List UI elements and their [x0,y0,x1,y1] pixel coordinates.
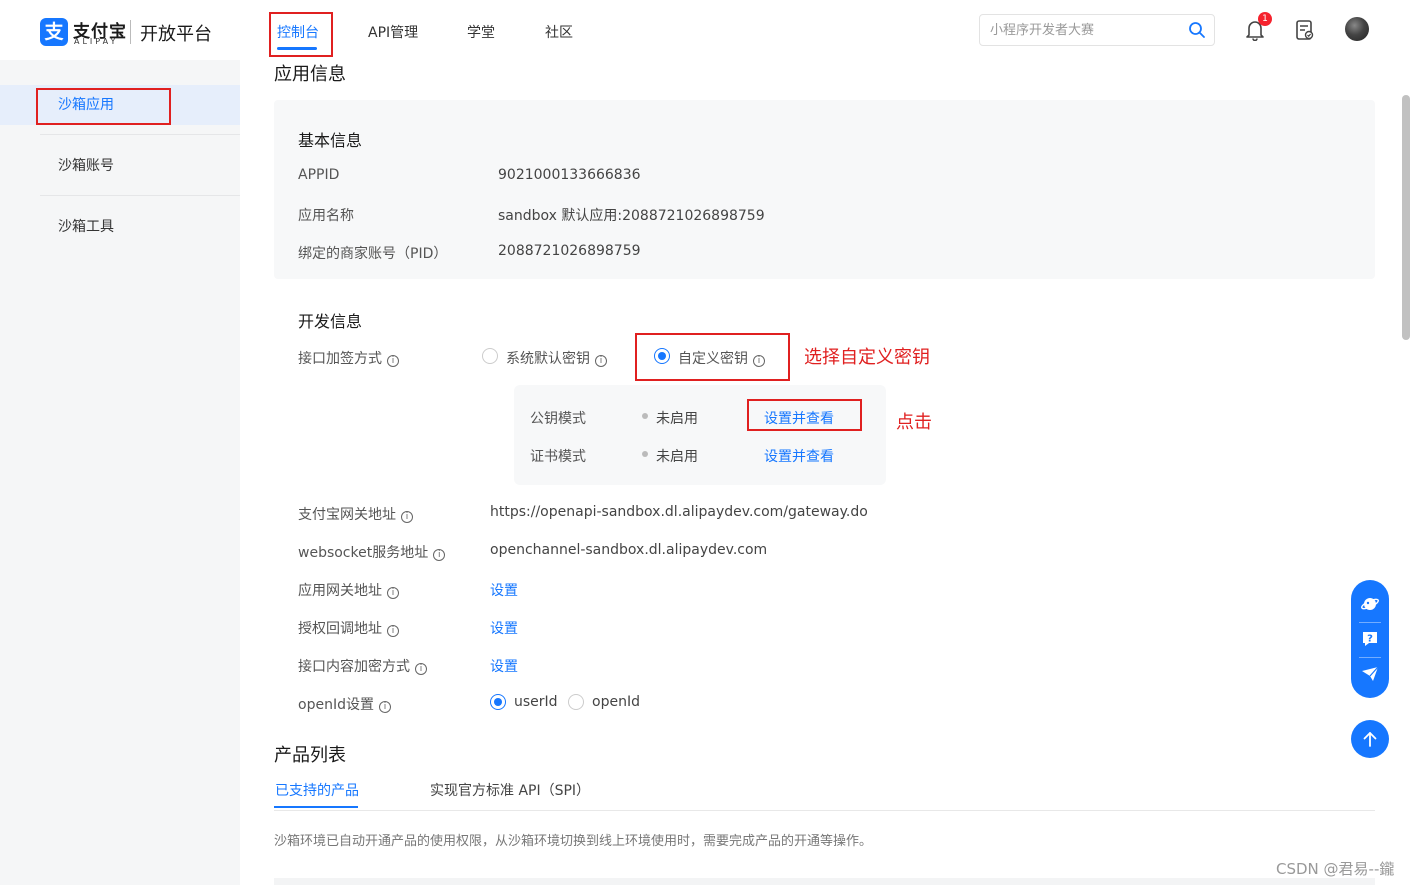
auth-callback-label-text: 授权回调地址 [298,621,382,637]
sidebar-item-sandbox-account[interactable]: 沙箱账号 [0,146,240,186]
websocket-label-text: websocket服务地址 [298,545,429,561]
product-table-top [274,878,1375,885]
tab-divider [274,810,1375,811]
dev-info-title: 开发信息 [298,312,363,331]
app-gateway-label: 应用网关地址 i [298,580,399,600]
sidebar: 沙箱应用 沙箱账号 沙箱工具 [0,60,240,885]
feedback-icon[interactable] [1361,665,1379,683]
planet-icon[interactable] [1361,595,1379,613]
radio-userid[interactable] [490,694,506,710]
default-key-label[interactable]: 系统默认密钥 i [506,348,607,368]
search-input[interactable] [990,20,1180,40]
websocket-value: openchannel-sandbox.dl.alipaydev.com [490,542,768,558]
gateway-label-text: 支付宝网关地址 [298,507,396,523]
tab-spi[interactable]: 实现官方标准 API（SPI） [430,780,590,800]
cert-mode-setup-link[interactable]: 设置并查看 [764,446,834,466]
logo-english: ALIPAY [74,37,119,46]
info-icon[interactable]: i [415,663,427,675]
public-key-mode-label: 公钥模式 [530,411,586,427]
public-key-status: 未启用 [656,411,698,427]
floating-toolbar: ? [1351,580,1389,698]
app-info-title: 应用信息 [274,64,346,85]
openid-option-label[interactable]: openId [592,694,640,710]
app-name-label: 应用名称 [298,208,354,224]
notification-badge: 1 [1258,12,1272,26]
basic-info-title: 基本信息 [298,131,363,150]
gateway-label: 支付宝网关地址 i [298,504,413,524]
auth-callback-set-link[interactable]: 设置 [490,618,518,638]
cert-mode-label: 证书模式 [530,449,586,465]
radio-custom-key[interactable] [654,348,670,364]
radio-openid[interactable] [568,694,584,710]
sign-method-text: 接口加签方式 [298,351,382,367]
back-to-top-button[interactable] [1351,720,1389,758]
annotation-choose-custom-key: 选择自定义密钥 [804,347,930,368]
nav-community[interactable]: 社区 [545,22,573,42]
product-note: 沙箱环境已自动开通产品的使用权限，从沙箱环境切换到线上环境使用时，需要完成产品的… [274,834,873,849]
gateway-value: https://openapi-sandbox.dl.alipaydev.com… [490,504,868,520]
cert-mode-status: 未启用 [656,449,698,465]
info-icon[interactable]: i [387,587,399,599]
openid-setting-label: openId设置 i [298,694,391,714]
app-gateway-set-link[interactable]: 设置 [490,580,518,600]
sign-method-label: 接口加签方式 i [298,348,399,368]
websocket-label: websocket服务地址 i [298,542,446,562]
logo-divider [130,20,131,44]
app-name-value: sandbox 默认应用:2088721026898759 [498,208,765,224]
info-icon[interactable]: i [595,355,607,367]
public-key-setup-link[interactable]: 设置并查看 [764,408,834,428]
sidebar-divider [40,195,240,196]
pid-value: 2088721026898759 [498,243,641,259]
pid-label: 绑定的商家账号（PID） [298,246,448,262]
document-icon[interactable] [1295,19,1315,41]
default-key-text: 系统默认密钥 [506,351,590,367]
alipay-logo-icon[interactable]: 支 [40,18,68,46]
key-mode-panel [514,385,886,485]
sidebar-item-sandbox-tools[interactable]: 沙箱工具 [0,207,240,247]
toolbar-separator [1359,622,1381,623]
svg-text:?: ? [1367,634,1373,645]
userid-label[interactable]: userId [514,694,558,710]
status-dot [642,451,648,457]
help-icon[interactable]: ? [1361,630,1379,648]
page-scrollbar[interactable] [1402,95,1410,340]
content-encrypt-label: 接口内容加密方式 i [298,656,427,676]
content-encrypt-set-link[interactable]: 设置 [490,656,518,676]
avatar[interactable] [1345,17,1369,41]
arrow-up-icon [1363,732,1377,747]
annotation-click: 点击 [896,412,932,433]
tab-active-indicator [274,806,358,808]
search-icon[interactable] [1188,21,1206,39]
radio-default-key[interactable] [482,348,498,364]
nav-api-management[interactable]: API管理 [368,22,418,42]
custom-key-text: 自定义密钥 [678,351,748,367]
top-header: 支 支付宝 ALIPAY 开放平台 控制台 API管理 学堂 社区 1 [0,0,1414,60]
openid-setting-label-text: openId设置 [298,697,374,713]
nav-active-indicator [277,47,317,50]
sidebar-item-sandbox-app[interactable]: 沙箱应用 [0,85,240,125]
appid-label: APPID [298,167,340,183]
nav-console[interactable]: 控制台 [277,22,319,42]
auth-callback-label: 授权回调地址 i [298,618,399,638]
info-icon[interactable]: i [753,355,765,367]
csdn-watermark: CSDN @君易--鑨 [1276,860,1395,878]
app-gateway-label-text: 应用网关地址 [298,583,382,599]
search-box[interactable] [979,14,1215,46]
info-icon[interactable]: i [387,625,399,637]
info-icon[interactable]: i [378,701,391,713]
platform-title[interactable]: 开放平台 [140,20,212,46]
info-icon[interactable]: i [401,511,413,523]
status-dot [642,413,648,419]
product-list-title: 产品列表 [274,745,346,766]
appid-value: 9021000133666836 [498,167,641,183]
info-icon[interactable]: i [433,549,446,561]
toolbar-separator [1359,657,1381,658]
info-icon[interactable]: i [387,355,399,367]
nav-academy[interactable]: 学堂 [467,22,495,42]
tab-supported-products[interactable]: 已支持的产品 [275,780,359,800]
content-encrypt-label-text: 接口内容加密方式 [298,659,410,675]
custom-key-label[interactable]: 自定义密钥 i [678,348,765,368]
sidebar-divider [40,134,240,135]
